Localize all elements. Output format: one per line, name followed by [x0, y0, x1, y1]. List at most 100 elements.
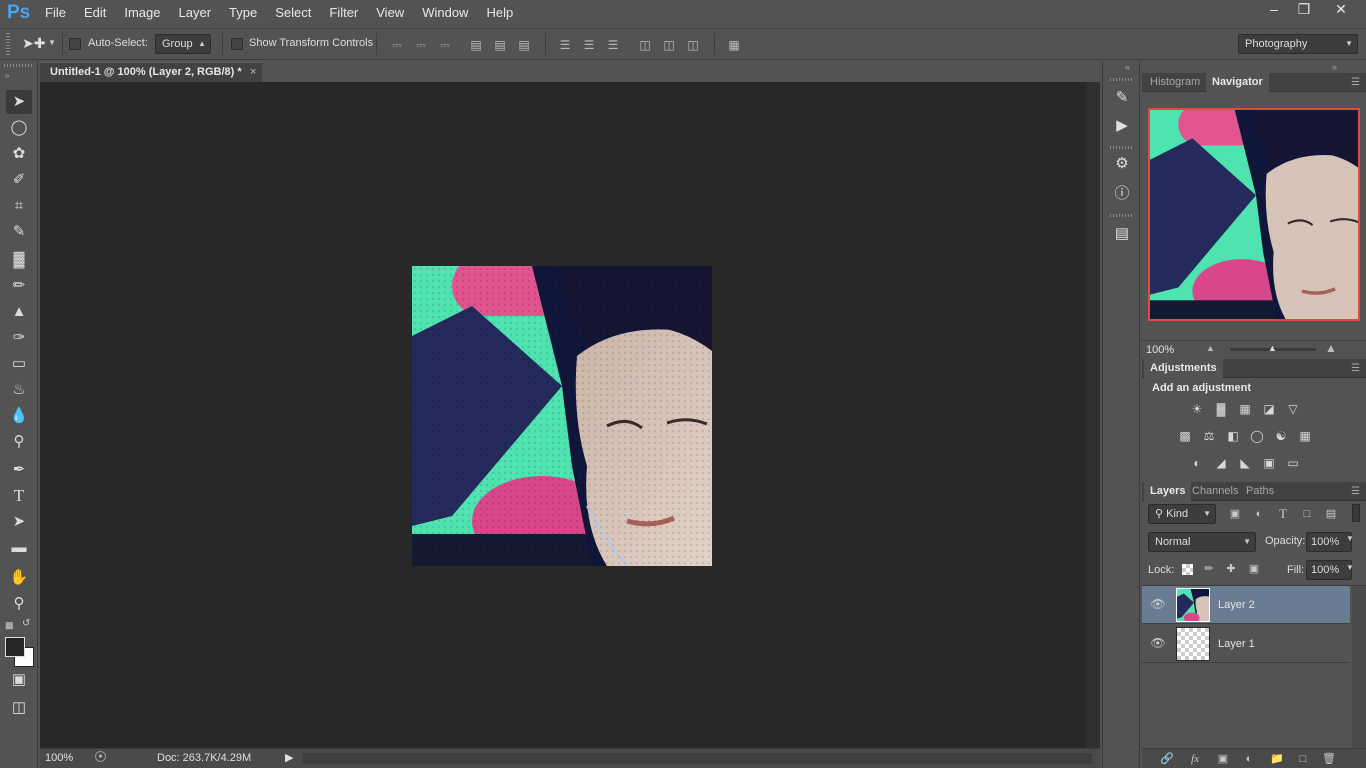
tab-paths[interactable]: Paths	[1240, 482, 1280, 501]
swap-colors-icon[interactable]: ↺	[22, 618, 30, 629]
filter-adjustment-icon[interactable]: ◐	[1250, 507, 1268, 521]
align-hcenter-icon[interactable]: ▤	[493, 38, 507, 52]
menu-view[interactable]: View	[367, 0, 413, 26]
lock-position-icon[interactable]: ✚	[1222, 562, 1240, 576]
brightness-contrast-icon[interactable]: ☀	[1188, 402, 1206, 416]
fx-icon[interactable]: fx	[1186, 752, 1204, 766]
visibility-eye-icon[interactable]: 👁	[1150, 636, 1166, 650]
filter-pixel-icon[interactable]: ▣	[1226, 507, 1244, 521]
tab-adjustments[interactable]: Adjustments	[1144, 359, 1223, 378]
distribute-top-icon[interactable]: ☰	[558, 38, 572, 52]
history-panel-icon[interactable]: ✎	[1112, 88, 1132, 108]
posterize-icon[interactable]: ◢	[1212, 456, 1230, 470]
path-selection-icon[interactable]: ➤	[6, 510, 32, 534]
filter-smart-object-icon[interactable]: ▤	[1322, 507, 1340, 521]
auto-select-checkbox[interactable]	[69, 38, 81, 50]
opacity-chevron-icon[interactable]: ▼	[1346, 534, 1354, 543]
align-vcenter-icon[interactable]: ⎓	[414, 38, 428, 52]
tab-layers[interactable]: Layers	[1144, 482, 1192, 501]
panel-menu-icon[interactable]: ☰	[1351, 359, 1360, 378]
align-left-icon[interactable]: ▤	[469, 38, 483, 52]
group-folder-icon[interactable]: 📁	[1268, 752, 1286, 766]
move-tool-preset-icon[interactable]: ➤✚	[22, 35, 45, 52]
show-transform-checkbox[interactable]	[231, 38, 243, 50]
quick-selection-icon[interactable]: ✐	[6, 168, 32, 192]
menu-file[interactable]: File	[36, 0, 75, 26]
menu-help[interactable]: Help	[477, 0, 522, 26]
menu-window[interactable]: Window	[413, 0, 477, 26]
zoom-out-icon[interactable]: ▲	[1206, 343, 1215, 353]
status-info-icon[interactable]: ●	[95, 751, 106, 762]
foreground-color-swatch[interactable]	[5, 637, 25, 657]
collapse-toolbar-icon[interactable]: »	[5, 71, 9, 80]
visibility-eye-icon[interactable]: 👁	[1150, 597, 1166, 611]
blend-mode-dropdown[interactable]: Normal ▼	[1148, 532, 1256, 552]
canvas-area[interactable]	[40, 82, 1086, 748]
clone-source-icon[interactable]: ▤	[1112, 224, 1132, 244]
levels-icon[interactable]: ▓	[1212, 402, 1230, 416]
pen-icon[interactable]: ✒	[6, 458, 32, 482]
navigator-zoom-value[interactable]: 100%	[1146, 344, 1174, 356]
history-brush-icon[interactable]: ✑	[6, 326, 32, 350]
elliptical-marquee-icon[interactable]: ◯	[6, 116, 32, 140]
trash-icon[interactable]: 🗑	[1320, 752, 1338, 766]
actions-play-icon[interactable]: ▶	[1112, 116, 1132, 136]
eyedropper-icon[interactable]: ✎	[6, 220, 32, 244]
color-lookup-icon[interactable]: ▦	[1296, 429, 1314, 443]
restore-button[interactable]: ❐	[1288, 0, 1320, 20]
document-tab[interactable]: Untitled-1 @ 100% (Layer 2, RGB/8) * ×	[40, 62, 262, 82]
lock-pixels-icon[interactable]: ✏	[1200, 562, 1218, 576]
distribute-bottom-icon[interactable]: ☰	[606, 38, 620, 52]
panel-menu-icon[interactable]: ☰	[1351, 482, 1360, 501]
vibrance-icon[interactable]: ▽	[1284, 402, 1302, 416]
move-tool-icon[interactable]: ➤	[6, 90, 32, 114]
black-white-icon[interactable]: ◧	[1224, 429, 1242, 443]
menu-image[interactable]: Image	[115, 0, 169, 26]
info-panel-icon[interactable]: ⓘ	[1112, 184, 1132, 204]
align-top-icon[interactable]: ⎓	[390, 38, 404, 52]
healing-brush-icon[interactable]: ▓	[6, 248, 32, 272]
brush-icon[interactable]: ✏	[6, 274, 32, 298]
menu-layer[interactable]: Layer	[170, 0, 221, 26]
layer-filter-dropdown[interactable]: ⚲ Kind ▼	[1148, 504, 1216, 524]
properties-panel-icon[interactable]: ⚙	[1112, 154, 1132, 174]
auto-select-dropdown[interactable]: Group ▲	[155, 34, 211, 54]
distribute-vcenter-icon[interactable]: ☰	[582, 38, 596, 52]
minimize-button[interactable]: –	[1258, 0, 1290, 20]
auto-align-icon[interactable]: ▦	[727, 38, 741, 52]
channel-mixer-icon[interactable]: ☯	[1272, 429, 1290, 443]
selective-color-icon[interactable]: ▣	[1260, 456, 1278, 470]
zoom-slider-thumb[interactable]: ▲	[1268, 343, 1277, 353]
preset-chevron-down-icon[interactable]: ▼	[48, 38, 56, 47]
distribute-hcenter-icon[interactable]: ◫	[662, 38, 676, 52]
type-tool-icon[interactable]: T	[6, 484, 32, 508]
zoom-in-icon[interactable]: ▲	[1325, 341, 1337, 355]
lock-all-icon[interactable]: ▣	[1245, 562, 1263, 576]
default-colors-icon[interactable]: ▩	[5, 620, 14, 631]
layers-scrollbar[interactable]	[1352, 586, 1366, 752]
gradient-map-icon[interactable]: ▭	[1284, 456, 1302, 470]
threshold-icon[interactable]: ◣	[1236, 456, 1254, 470]
color-balance-icon[interactable]: ⚖	[1200, 429, 1218, 443]
distribute-right-icon[interactable]: ◫	[686, 38, 700, 52]
filter-type-icon[interactable]: T	[1274, 507, 1292, 521]
clone-stamp-icon[interactable]: ▲	[6, 300, 32, 324]
horizontal-scrollbar[interactable]	[302, 753, 1092, 764]
lasso-icon[interactable]: ✿	[6, 142, 32, 166]
panel-menu-icon[interactable]: ☰	[1351, 73, 1360, 92]
status-menu-arrow-icon[interactable]: ▶	[285, 751, 293, 764]
photo-filter-icon[interactable]: ◯	[1248, 429, 1266, 443]
collapse-panels-icon[interactable]: »	[1332, 62, 1337, 72]
lock-transparent-icon[interactable]	[1182, 564, 1193, 575]
vertical-scrollbar[interactable]	[1086, 82, 1100, 748]
dodge-icon[interactable]: ⚲	[6, 430, 32, 454]
paint-bucket-icon[interactable]: ♨	[6, 378, 32, 402]
blur-icon[interactable]: 💧	[6, 404, 32, 428]
menu-select[interactable]: Select	[266, 0, 320, 26]
hue-saturation-icon[interactable]: ▩	[1176, 429, 1194, 443]
collapse-dock-icon[interactable]: «	[1125, 62, 1130, 72]
new-layer-icon[interactable]: □	[1294, 752, 1312, 766]
hand-icon[interactable]: ✋	[6, 566, 32, 590]
adjustment-layer-icon[interactable]: ◐	[1240, 752, 1258, 766]
curves-icon[interactable]: ▦	[1236, 402, 1254, 416]
